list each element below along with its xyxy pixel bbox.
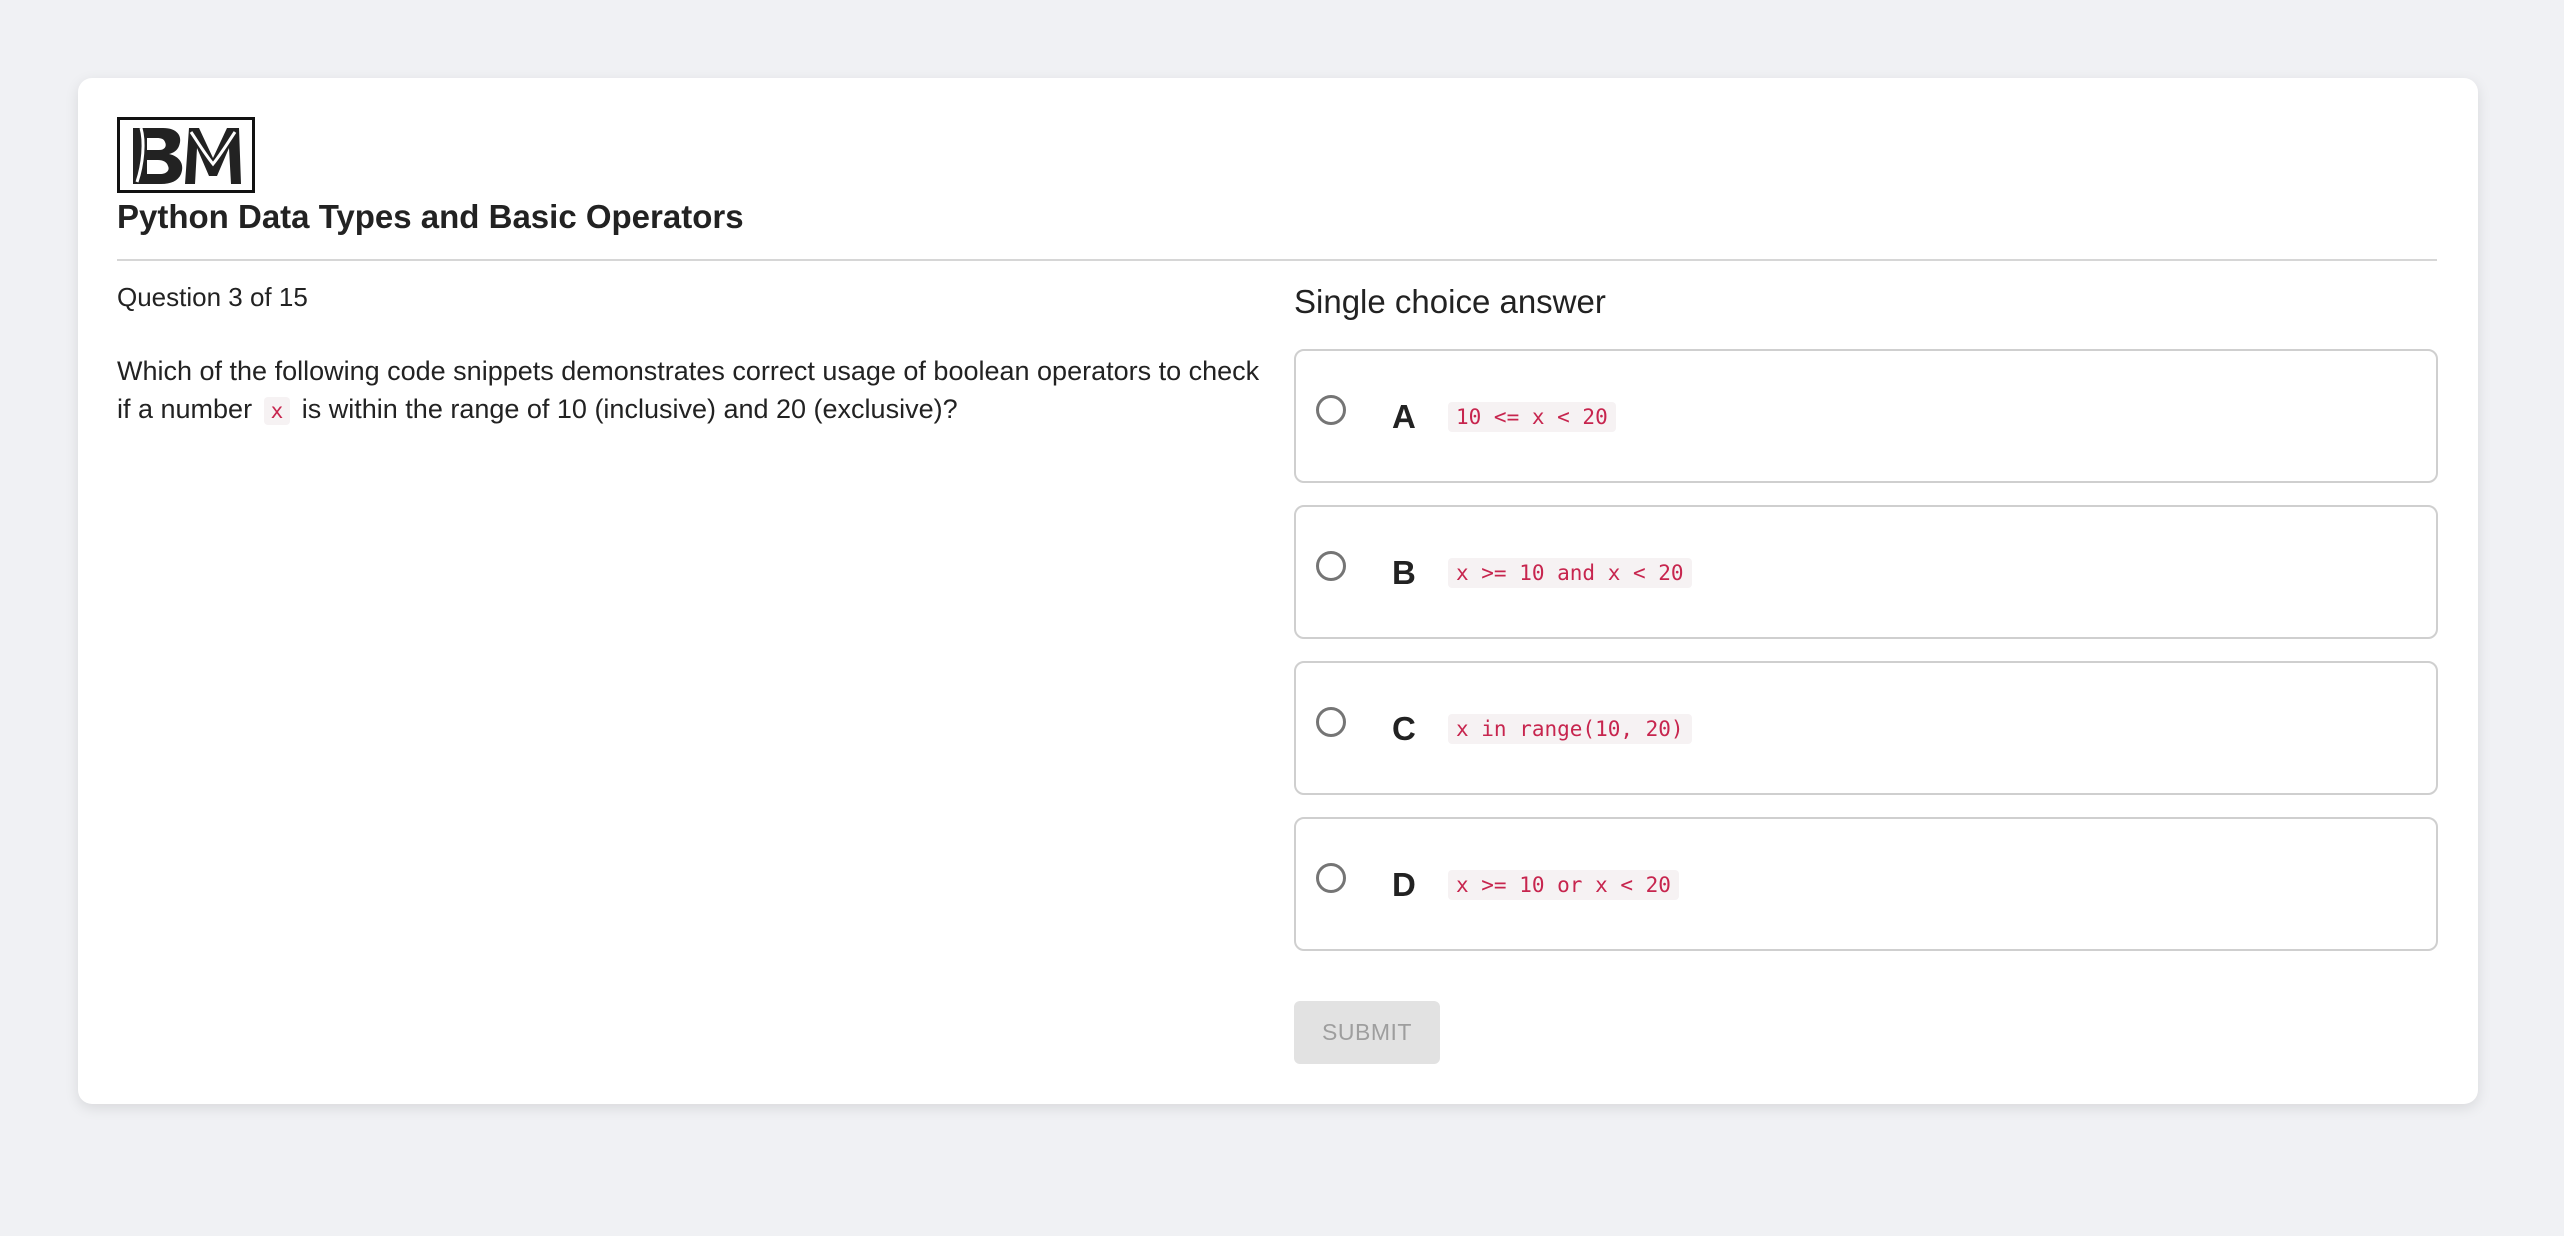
- answer-type-heading: Single choice answer: [1294, 283, 1606, 320]
- radio-button-icon[interactable]: [1316, 707, 1346, 737]
- answer-options: A 10 <= x < 20 B x >= 10 and x < 20 C x …: [1294, 349, 2438, 973]
- option-letter: A: [1392, 398, 1416, 435]
- option-c[interactable]: C x in range(10, 20): [1294, 661, 2438, 795]
- option-b[interactable]: B x >= 10 and x < 20: [1294, 505, 2438, 639]
- option-a[interactable]: A 10 <= x < 20: [1294, 349, 2438, 483]
- radio-button-icon[interactable]: [1316, 551, 1346, 581]
- header-divider: [117, 259, 2437, 261]
- option-d[interactable]: D x >= 10 or x < 20: [1294, 817, 2438, 951]
- submit-button[interactable]: SUBMIT: [1294, 1001, 1440, 1064]
- option-code: x >= 10 and x < 20: [1448, 558, 1692, 588]
- quiz-card: Python Data Types and Basic Operators Qu…: [78, 78, 2478, 1104]
- option-code: x in range(10, 20): [1448, 714, 1692, 744]
- question-inline-code: x: [263, 397, 291, 425]
- option-letter: D: [1392, 866, 1416, 903]
- option-code: x >= 10 or x < 20: [1448, 870, 1679, 900]
- option-letter: B: [1392, 554, 1416, 591]
- option-code: 10 <= x < 20: [1448, 402, 1616, 432]
- logo-graphic: [133, 127, 241, 184]
- radio-button-icon[interactable]: [1316, 395, 1346, 425]
- question-counter: Question 3 of 15: [117, 282, 308, 312]
- bm-logo-icon: [117, 117, 255, 193]
- quiz-title: Python Data Types and Basic Operators: [117, 198, 744, 235]
- question-text-end: is within the range of 10 (inclusive) an…: [301, 394, 958, 424]
- radio-button-icon[interactable]: [1316, 863, 1346, 893]
- question-text: Which of the following code snippets dem…: [117, 352, 1267, 430]
- option-letter: C: [1392, 710, 1416, 747]
